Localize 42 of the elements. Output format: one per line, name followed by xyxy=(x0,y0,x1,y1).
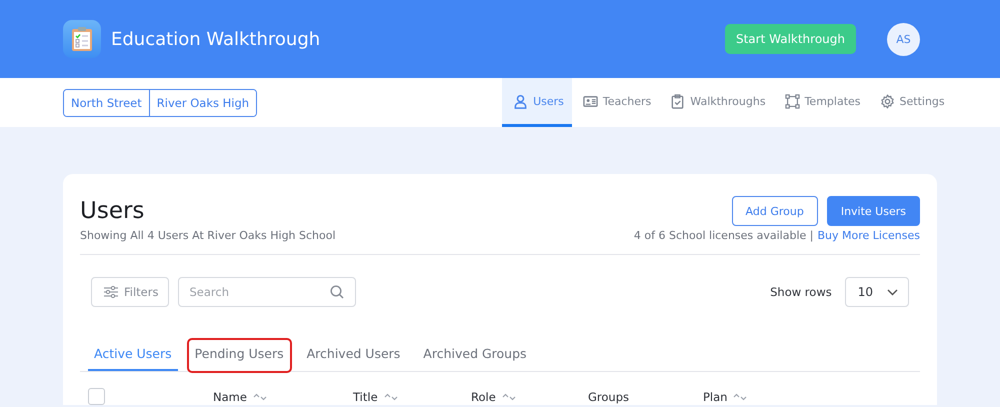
nav-tab[interactable]: Settings xyxy=(868,78,953,127)
chevron-down-icon xyxy=(887,288,898,296)
school-toggle[interactable]: River Oaks High xyxy=(148,90,256,116)
app-title: Education Walkthrough xyxy=(111,28,322,50)
clipboard-icon xyxy=(670,94,686,108)
nav-tab[interactable]: Templates xyxy=(774,78,869,127)
license-count: 4 of 6 School licenses available | xyxy=(634,229,814,242)
nav-tab[interactable]: Users xyxy=(502,78,572,127)
id-card-icon xyxy=(582,94,598,108)
user-tab[interactable]: Active Users xyxy=(88,340,178,371)
nav-tab[interactable]: Walkthroughs xyxy=(659,78,774,127)
rows-select[interactable]: 10 xyxy=(844,277,909,307)
user-avatar[interactable]: AS xyxy=(887,22,920,56)
search-icon xyxy=(330,285,344,299)
person-icon xyxy=(513,94,528,108)
sort-icon[interactable] xyxy=(252,392,267,400)
user-tab[interactable]: Pending Users xyxy=(188,340,290,371)
user-tab[interactable]: Archived Users xyxy=(300,340,406,371)
select-all-checkbox[interactable] xyxy=(88,388,105,405)
user-tab[interactable]: Archived Groups xyxy=(417,340,533,371)
column-header: Groups xyxy=(588,390,630,404)
buy-licenses-link[interactable]: Buy More Licenses xyxy=(818,229,920,242)
sort-icon[interactable] xyxy=(733,392,748,400)
app-logo-icon xyxy=(63,20,101,58)
show-rows-label: Show rows xyxy=(770,285,832,299)
invite-users-button[interactable]: Invite Users xyxy=(826,196,920,226)
column-header: Plan xyxy=(703,390,728,404)
column-header: Role xyxy=(471,390,496,404)
filters-button[interactable]: Filters xyxy=(91,277,170,307)
nav-tab[interactable]: Teachers xyxy=(572,78,660,127)
sort-icon[interactable] xyxy=(384,392,398,400)
nodes-icon xyxy=(784,94,800,108)
users-summary: Showing All 4 Users At River Oaks High School xyxy=(80,229,336,242)
search-field[interactable]: Search xyxy=(178,277,356,307)
page-title: Users xyxy=(80,198,146,224)
column-header: Title xyxy=(353,390,378,404)
settings-icon xyxy=(880,94,895,108)
sliders-icon xyxy=(104,286,118,298)
start-walkthrough-button[interactable]: Start Walkthrough xyxy=(724,24,856,54)
column-header: Name xyxy=(213,390,247,404)
add-group-button[interactable]: Add Group xyxy=(732,196,818,226)
sort-icon[interactable] xyxy=(502,392,516,400)
